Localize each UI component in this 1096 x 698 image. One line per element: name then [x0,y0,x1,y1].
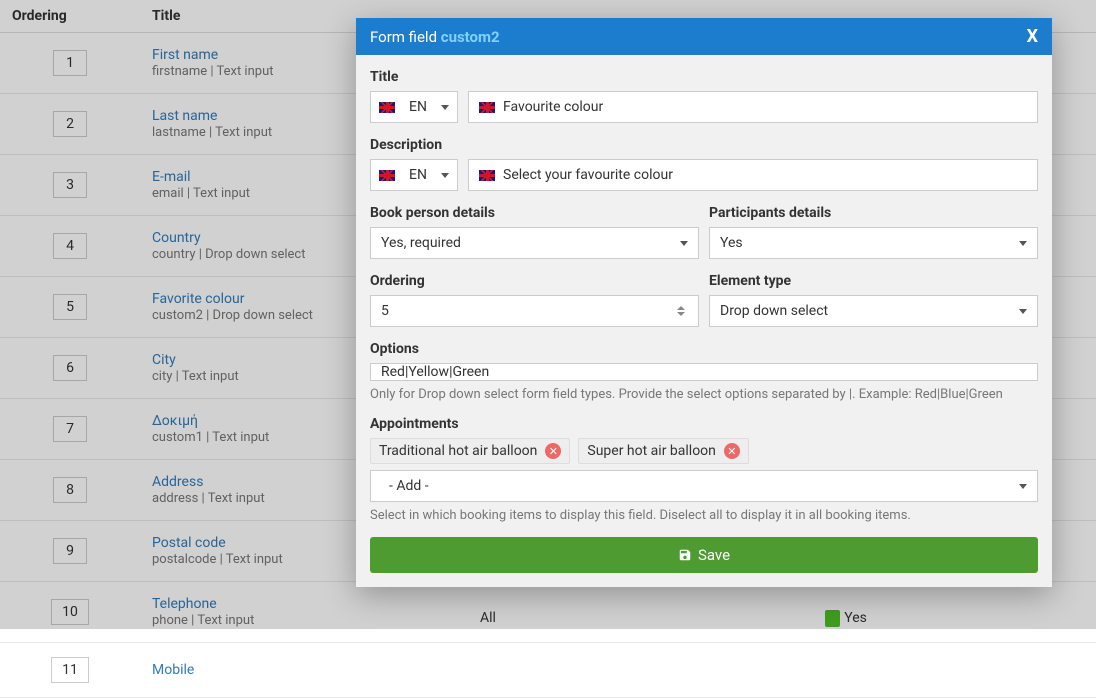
spinner-down-icon[interactable] [677,312,685,316]
chevron-down-icon [1019,241,1027,246]
label-book-person: Book person details [370,205,699,221]
uk-flag-icon [479,170,495,181]
appointments-help-text: Select in which booking items to display… [370,508,1038,523]
table-row: 11 Mobile [0,643,1096,698]
label-appointments: Appointments [370,416,1038,432]
options-input[interactable]: Red|Yellow|Green [370,363,1038,381]
book-person-select[interactable]: Yes, required [370,227,699,259]
close-button[interactable]: X [1027,26,1038,47]
order-input[interactable]: 11 [51,657,89,683]
row-title-link[interactable]: Mobile [152,662,1084,678]
modal-header: Form field custom2 X [356,18,1052,55]
form-field-modal: Form field custom2 X Title EN Favourite … [356,18,1052,587]
chip-remove-button[interactable]: ✕ [724,443,740,459]
chip-remove-button[interactable]: ✕ [545,443,561,459]
uk-flag-icon [379,170,395,181]
description-input[interactable]: Select your favourite colour [468,159,1038,191]
chevron-down-icon [1019,484,1027,489]
label-title: Title [370,69,1038,85]
save-icon [678,548,692,562]
uk-flag-icon [479,102,495,113]
label-participants: Participants details [709,205,1038,221]
description-language-select[interactable]: EN [370,159,458,191]
label-options: Options [370,341,1038,357]
title-language-select[interactable]: EN [370,91,458,123]
save-button[interactable]: Save [370,537,1038,573]
chip-label: Super hot air balloon [587,443,716,459]
chevron-down-icon [680,241,688,246]
modal-header-name: custom2 [441,28,500,46]
appointment-chip: Traditional hot air balloon ✕ [370,438,570,464]
chip-label: Traditional hot air balloon [379,443,537,459]
options-help-text: Only for Drop down select form field typ… [370,387,1038,402]
appointments-add-select[interactable]: - Add - [370,470,1038,502]
appointment-chip: Super hot air balloon ✕ [578,438,749,464]
label-description: Description [370,137,1038,153]
spinner-up-icon[interactable] [677,306,685,310]
chevron-down-icon [1019,309,1027,314]
label-element-type: Element type [709,273,1038,289]
participants-select[interactable]: Yes [709,227,1038,259]
number-spinner[interactable] [674,306,688,316]
chevron-down-icon [441,105,449,110]
ordering-input[interactable]: 5 [370,295,699,327]
element-type-select[interactable]: Drop down select [709,295,1038,327]
uk-flag-icon [379,102,395,113]
modal-header-prefix: Form field [370,28,441,46]
label-ordering: Ordering [370,273,699,289]
chevron-down-icon [441,173,449,178]
title-input[interactable]: Favourite colour [468,91,1038,123]
